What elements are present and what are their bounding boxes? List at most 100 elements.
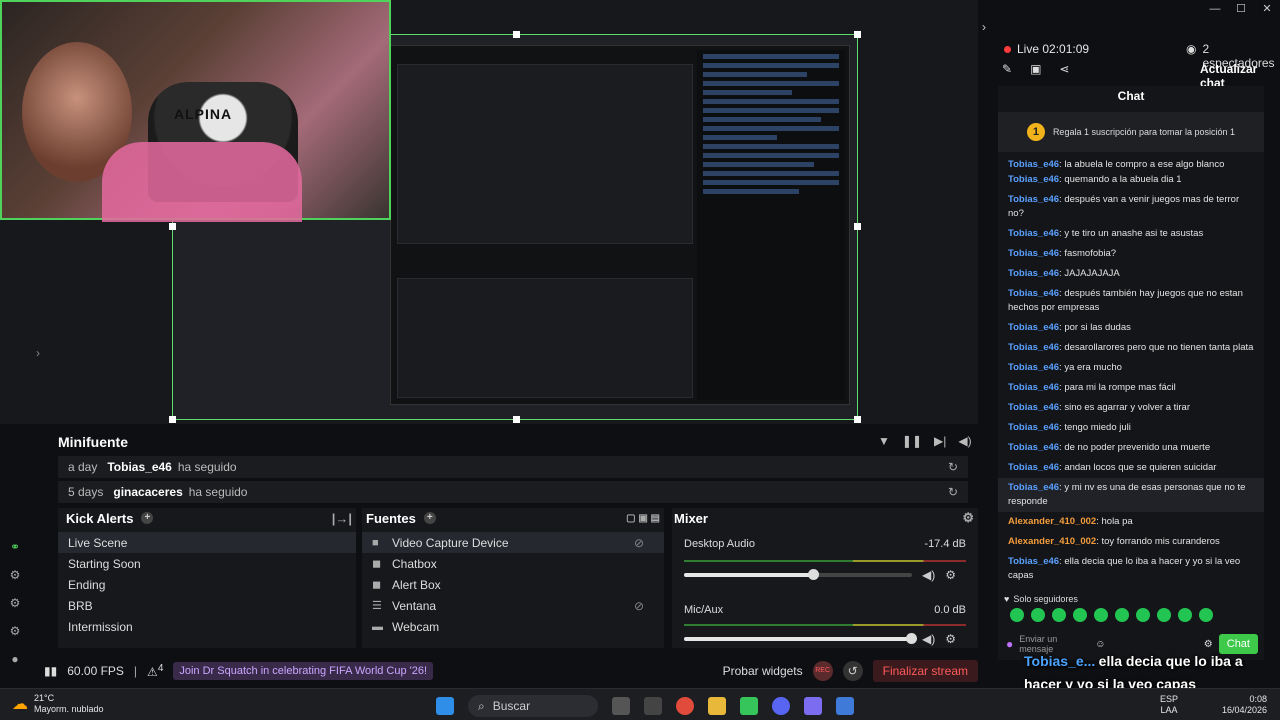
close-icon[interactable]: ✕ [1254,0,1280,18]
edit-icon[interactable]: ✎ [1002,62,1012,76]
stats-icon[interactable]: ▮▮ [44,664,57,678]
gear-link-icon[interactable]: ⚙ [10,596,21,610]
end-stream-button[interactable]: Finalizar stream [872,660,978,682]
chevron-right-icon[interactable]: › [36,346,40,360]
chat-username[interactable]: Tobias_e46 [1008,194,1059,205]
store-icon[interactable] [644,697,662,715]
test-widgets-button[interactable]: Probar widgets [723,664,803,678]
filter-icon[interactable]: ▼ [878,434,890,448]
gear-link-icon[interactable]: ⚙ [10,568,21,582]
windows-start-icon[interactable] [436,697,454,715]
source-item[interactable]: ☰ Ventana ⊘ [362,595,664,616]
replay-buffer-icon[interactable]: ↺ [842,661,863,681]
gift-banner[interactable]: 1 Regala 1 suscripción para tomar la pos… [998,112,1264,152]
source-tools-icon[interactable]: ▢ ▣ ▤ [626,513,660,524]
emote-icon[interactable] [1136,608,1150,622]
resize-handle[interactable] [854,223,861,230]
task-view-icon[interactable] [612,697,630,715]
skip-icon[interactable]: ▶| [934,434,946,448]
cards-icon[interactable]: ▣ [1030,62,1041,76]
pause-icon[interactable]: ❚❚ [902,434,922,448]
scene-item[interactable]: Ending [58,574,356,595]
rec-button[interactable]: REC [812,661,833,681]
file-explorer-icon[interactable] [708,697,726,715]
source-item[interactable]: ▬ Webcam [362,616,664,637]
mute-icon[interactable]: ◀) [958,434,971,448]
maximize-icon[interactable]: ☐ [1228,0,1254,18]
collapse-icon[interactable]: |→| [332,511,352,526]
promo-banner[interactable]: Join Dr Squatch in celebrating FIFA Worl… [173,662,434,680]
resize-handle[interactable] [854,416,861,423]
resize-handle[interactable] [854,31,861,38]
emote-icon[interactable] [1178,608,1192,622]
link-icon[interactable]: ⚭ [10,540,20,554]
chat-username[interactable]: Tobias_e46 [1008,556,1059,567]
gear-icon[interactable]: ⚙ [945,568,956,582]
minimize-icon[interactable]: — [1202,0,1228,18]
hidden-eye-icon[interactable]: ⊘ [634,599,644,613]
audio-app-icon[interactable] [836,697,854,715]
profile-icon[interactable]: ● [11,652,18,666]
chat-username[interactable]: Tobias_e46 [1008,342,1059,353]
hidden-eye-icon[interactable]: ⊘ [634,536,644,550]
chat-username[interactable]: Tobias_e46 [1008,288,1059,299]
scene-item[interactable]: Intermission [58,616,356,637]
alert-count-icon[interactable]: ⚠4 [147,663,163,679]
emoji-icon[interactable]: ☺ [1095,639,1105,650]
resize-handle[interactable] [513,31,520,38]
volume-slider[interactable] [684,569,912,580]
chat-username[interactable]: Tobias_e46 [1008,322,1059,333]
volume-slider[interactable] [684,633,917,644]
emote-icon[interactable] [1199,608,1213,622]
scene-item[interactable]: BRB [58,595,356,616]
share-icon[interactable]: ⋖ [1059,62,1069,76]
source-item[interactable]: ■ Video Capture Device ⊘ [362,532,664,553]
replay-icon[interactable]: ↻ [948,460,958,474]
app-icon[interactable] [804,697,822,715]
speaker-icon[interactable]: ◀) [922,568,935,582]
language-indicator[interactable]: ESP LAA [1160,694,1178,716]
chat-username[interactable]: Tobias_e46 [1008,362,1059,373]
emote-icon[interactable] [1031,608,1045,622]
replay-icon[interactable]: ↻ [948,485,958,499]
resize-handle[interactable] [169,416,176,423]
emote-icon[interactable] [1094,608,1108,622]
chat-username[interactable]: Alexander_410_002 [1008,536,1096,547]
resize-handle[interactable] [169,223,176,230]
chat-username[interactable]: Tobias_e46 [1008,422,1059,433]
emote-icon[interactable] [1115,608,1129,622]
chat-username[interactable]: Tobias_e46 [1008,228,1059,239]
scene-item[interactable]: Starting Soon [58,553,356,574]
chat-username[interactable]: Tobias_e46 [1008,382,1059,393]
chat-username[interactable]: Tobias_e46 [1008,402,1059,413]
speaker-icon[interactable]: ◀) [922,632,935,646]
clock[interactable]: 0:08 16/04/2026 [1222,694,1267,716]
emote-icon[interactable] [1073,608,1087,622]
emote-icon[interactable] [1010,608,1024,622]
emote-icon[interactable] [1052,608,1066,622]
chat-username[interactable]: Tobias_e46 [1008,442,1059,453]
discord-icon[interactable] [772,697,790,715]
gear-icon[interactable]: ⚙ [945,632,956,646]
source-item[interactable]: ◼ Chatbox [362,553,664,574]
chevron-right-icon[interactable]: › [982,20,986,34]
weather-widget[interactable]: ☁ 21°C Mayorm. nublado [12,693,104,715]
source-item[interactable]: ◼ Alert Box [362,574,664,595]
settings-icon[interactable]: ⚙ [10,624,21,638]
add-scene-icon[interactable]: + [141,512,154,524]
resize-handle[interactable] [513,416,520,423]
chat-username[interactable]: Tobias_e46 [1008,248,1059,259]
taskbar-search[interactable]: ⌕ Buscar [468,695,598,717]
add-source-icon[interactable]: + [423,512,436,524]
scene-item[interactable]: Live Scene [58,532,356,553]
gear-icon[interactable]: ⚙ [962,510,974,526]
chrome-icon[interactable] [676,697,694,715]
chat-username[interactable]: Tobias_e46 [1008,174,1059,185]
chat-settings-icon[interactable]: ⚙ [1204,639,1213,650]
chat-username[interactable]: Alexander_410_002 [1008,516,1096,527]
chat-username[interactable]: Tobias_e46 [1008,268,1059,279]
streamlabs-icon[interactable] [740,697,758,715]
chat-username[interactable]: Tobias_e46 [1008,482,1059,493]
chat-username[interactable]: Tobias_e46 [1008,462,1059,473]
emote-icon[interactable] [1157,608,1171,622]
